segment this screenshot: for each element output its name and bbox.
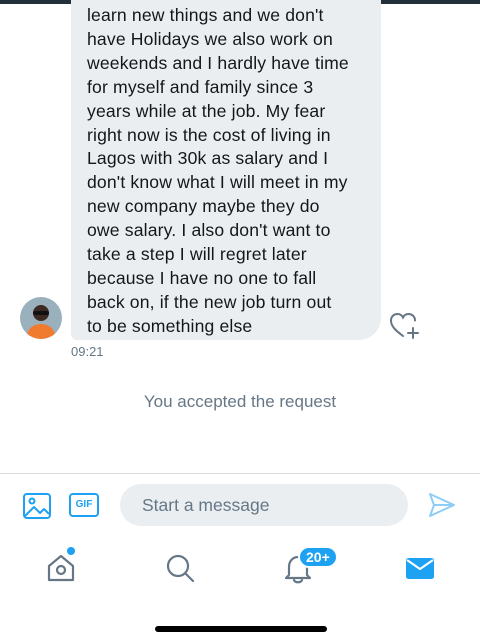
notifications-badge: 20+ <box>298 546 338 568</box>
home-indicator-bar[interactable] <box>155 626 327 632</box>
messages-envelope-icon[interactable] <box>402 550 438 586</box>
received-message-bubble[interactable]: learn new things and we don't have Holid… <box>71 0 381 340</box>
composer-divider <box>0 473 480 474</box>
message-text: learn new things and we don't have Holid… <box>87 5 349 336</box>
send-icon[interactable] <box>427 490 457 520</box>
home-unread-dot <box>67 547 75 555</box>
image-icon[interactable] <box>22 491 52 521</box>
sender-avatar[interactable] <box>20 297 62 339</box>
request-accepted-notice: You accepted the request <box>143 392 337 411</box>
home-tab-icon[interactable] <box>43 550 79 586</box>
message-timestamp: 09:21 <box>71 344 104 359</box>
message-input[interactable]: Start a message <box>120 484 408 526</box>
gif-button[interactable]: GIF <box>69 493 99 517</box>
search-tab-icon[interactable] <box>162 550 198 586</box>
react-heart-plus-icon[interactable] <box>389 310 421 340</box>
